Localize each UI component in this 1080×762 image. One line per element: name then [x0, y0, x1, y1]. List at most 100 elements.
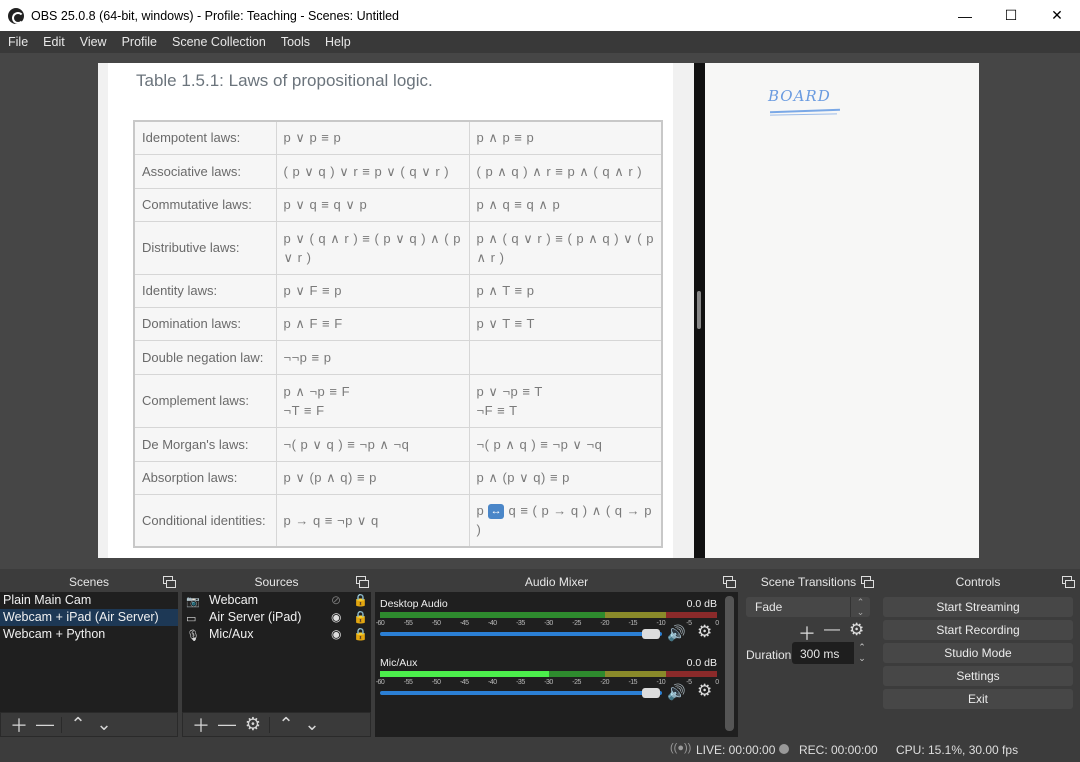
law-left-formula: ¬¬p ≡ p	[275, 339, 470, 375]
source-item[interactable]: 📷 Webcam ⊘ 🔒	[182, 592, 371, 609]
law-right-formula: ( p ∧ q ) ∧ r ≡ p ∧ ( q ∧ r )	[468, 153, 663, 189]
law-row: Identity laws: p ∨ F ≡ p p ∧ T ≡ p	[133, 273, 663, 308]
sources-title: Sources	[254, 575, 299, 589]
tick-label: -60	[375, 620, 385, 627]
move-source-down-button[interactable]: ⌄	[299, 714, 325, 736]
duration-spinner-icon[interactable]: ⌃ ⌄	[854, 642, 870, 664]
camera-icon: 📷	[186, 596, 200, 608]
menu-view[interactable]: View	[72, 35, 114, 49]
tick-label: -50	[431, 679, 441, 686]
lock-icon[interactable]: 🔒	[353, 626, 368, 643]
controls-dock: Controls Start Streaming Start Recording…	[879, 572, 1077, 737]
eye-hidden-icon[interactable]: ⊘	[331, 592, 347, 609]
mute-speaker-icon[interactable]: 🔊	[667, 624, 686, 642]
gear-icon[interactable]: ⚙	[697, 681, 712, 701]
law-row: Idempotent laws: p ∨ p ≡ p p ∧ p ≡ p	[133, 120, 663, 155]
lock-icon[interactable]: 🔒	[353, 609, 368, 626]
add-source-button[interactable]: ＋	[188, 714, 214, 736]
split-handle[interactable]	[697, 291, 701, 329]
lock-icon[interactable]: 🔒	[353, 592, 368, 609]
law-row: Double negation law: ¬¬p ≡ p	[133, 339, 663, 375]
close-button[interactable]: ✕	[1034, 0, 1080, 31]
start-recording-button[interactable]: Start Recording	[883, 620, 1073, 640]
source-properties-button[interactable]: ⚙	[240, 714, 266, 736]
tick-label: -55	[403, 679, 413, 686]
menu-help[interactable]: Help	[317, 35, 358, 49]
exit-button[interactable]: Exit	[883, 689, 1073, 709]
mixer-body: Desktop Audio 0.0 dB -60 -55 -50 -45 -40 -35 -30…	[375, 592, 738, 737]
volume-slider[interactable]	[380, 632, 662, 636]
move-scene-up-button[interactable]: ⌃	[65, 714, 91, 736]
tick-label: -20	[600, 679, 609, 686]
transition-select[interactable]: Fade ⌃ ⌄	[746, 597, 870, 617]
law-right-formula: p ∧ T ≡ p	[468, 273, 663, 308]
rec-timer: REC: 00:00:00	[799, 743, 878, 757]
law-right-formula: p ↔ q ≡ ( p → q ) ∧ ( q → p )	[468, 493, 663, 548]
window-icon: ▭	[186, 613, 197, 625]
tick-label: -50	[431, 620, 441, 627]
board-underline-2	[769, 113, 838, 116]
tick-label: -25	[572, 620, 581, 627]
law-label: Domination laws:	[133, 306, 277, 341]
preview-canvas[interactable]: Table 1.5.1: Laws of propositional logic…	[0, 53, 1080, 569]
remove-scene-button[interactable]: —	[32, 714, 58, 736]
maximize-button[interactable]: ☐	[988, 0, 1034, 31]
formula-text: ¬( p ∨ q ) ≡ ¬p ∧ ¬q	[283, 436, 410, 452]
start-streaming-button[interactable]: Start Streaming	[883, 597, 1073, 617]
move-scene-down-button[interactable]: ⌄	[91, 714, 117, 736]
menu-edit[interactable]: Edit	[35, 35, 72, 49]
tick-label: -60	[375, 679, 385, 686]
source-name: Air Server (iPad)	[209, 610, 302, 624]
scene-item[interactable]: Webcam + Python	[0, 626, 178, 643]
formula-text: ¬¬p ≡ p	[283, 349, 332, 365]
move-source-up-button[interactable]: ⌃	[273, 714, 299, 736]
formula-text: p ∨ q ≡ q ∨ p	[283, 197, 368, 212]
split-divider[interactable]	[694, 63, 705, 558]
law-label: Conditional identities:	[133, 493, 277, 548]
microphone-icon: 🎙	[186, 630, 200, 642]
formula-text: p	[476, 503, 485, 519]
duration-input[interactable]: 300 ms ⌃ ⌄	[792, 642, 870, 664]
formula-text: p ∧ ¬p ≡ F	[283, 383, 351, 399]
scenes-title: Scenes	[68, 575, 110, 589]
menu-file[interactable]: File	[0, 35, 35, 49]
tick-label: -10	[656, 679, 666, 686]
formula-text: p ∧ q ≡ q ∧ p	[476, 197, 561, 212]
undock-icon[interactable]	[723, 576, 736, 588]
settings-button[interactable]: Settings	[883, 666, 1073, 686]
mixer-scrollbar[interactable]	[725, 596, 734, 731]
add-scene-button[interactable]: ＋	[6, 714, 32, 736]
source-item[interactable]: ▭ Air Server (iPad) ◉ 🔒	[182, 609, 371, 626]
cpu-status: CPU: 15.1%, 30.00 fps	[896, 743, 1019, 757]
volume-slider-thumb[interactable]	[641, 629, 660, 639]
undock-icon[interactable]	[1062, 576, 1075, 588]
transition-properties-button[interactable]: ⚙	[849, 620, 864, 640]
volume-slider[interactable]	[380, 691, 662, 695]
laws-table: Idempotent laws: p ∨ p ≡ p p ∧ p ≡ p Associ…	[133, 120, 663, 548]
scene-item[interactable]: Plain Main Cam	[0, 592, 178, 609]
mute-speaker-icon[interactable]: 🔊	[667, 683, 686, 701]
studio-mode-button[interactable]: Studio Mode	[883, 643, 1073, 663]
formula-text: p ∧ (p ∨ q) ≡ p	[476, 470, 570, 485]
tick-label: -40	[488, 679, 497, 686]
doc-title: Table 1.5.1: Laws of propositional logic…	[136, 71, 433, 90]
scenes-dock: Scenes Plain Main Cam Webcam + iPad (Air…	[0, 572, 178, 737]
undock-icon[interactable]	[356, 576, 369, 588]
law-label: Complement laws:	[133, 373, 277, 428]
minimize-button[interactable]: —	[942, 0, 988, 31]
eye-icon[interactable]: ◉	[331, 626, 347, 643]
undock-icon[interactable]	[163, 576, 176, 588]
menu-tools[interactable]: Tools	[273, 35, 317, 49]
menu-profile[interactable]: Profile	[114, 35, 164, 49]
law-right-formula: p ∨ ¬p ≡ T ¬F ≡ T	[468, 373, 663, 428]
gear-icon[interactable]: ⚙	[697, 622, 712, 642]
remove-transition-button[interactable]: —	[824, 621, 840, 639]
menu-scene-collection[interactable]: Scene Collection	[164, 35, 273, 49]
volume-slider-thumb[interactable]	[641, 688, 660, 698]
remove-source-button[interactable]: —	[214, 714, 240, 736]
eye-icon[interactable]: ◉	[331, 609, 347, 626]
law-label: Double negation law:	[133, 339, 277, 375]
source-item[interactable]: 🎙 Mic/Aux ◉ 🔒	[182, 626, 371, 643]
undock-icon[interactable]	[861, 576, 874, 588]
scene-item-selected[interactable]: Webcam + iPad (Air Server)	[0, 609, 178, 626]
